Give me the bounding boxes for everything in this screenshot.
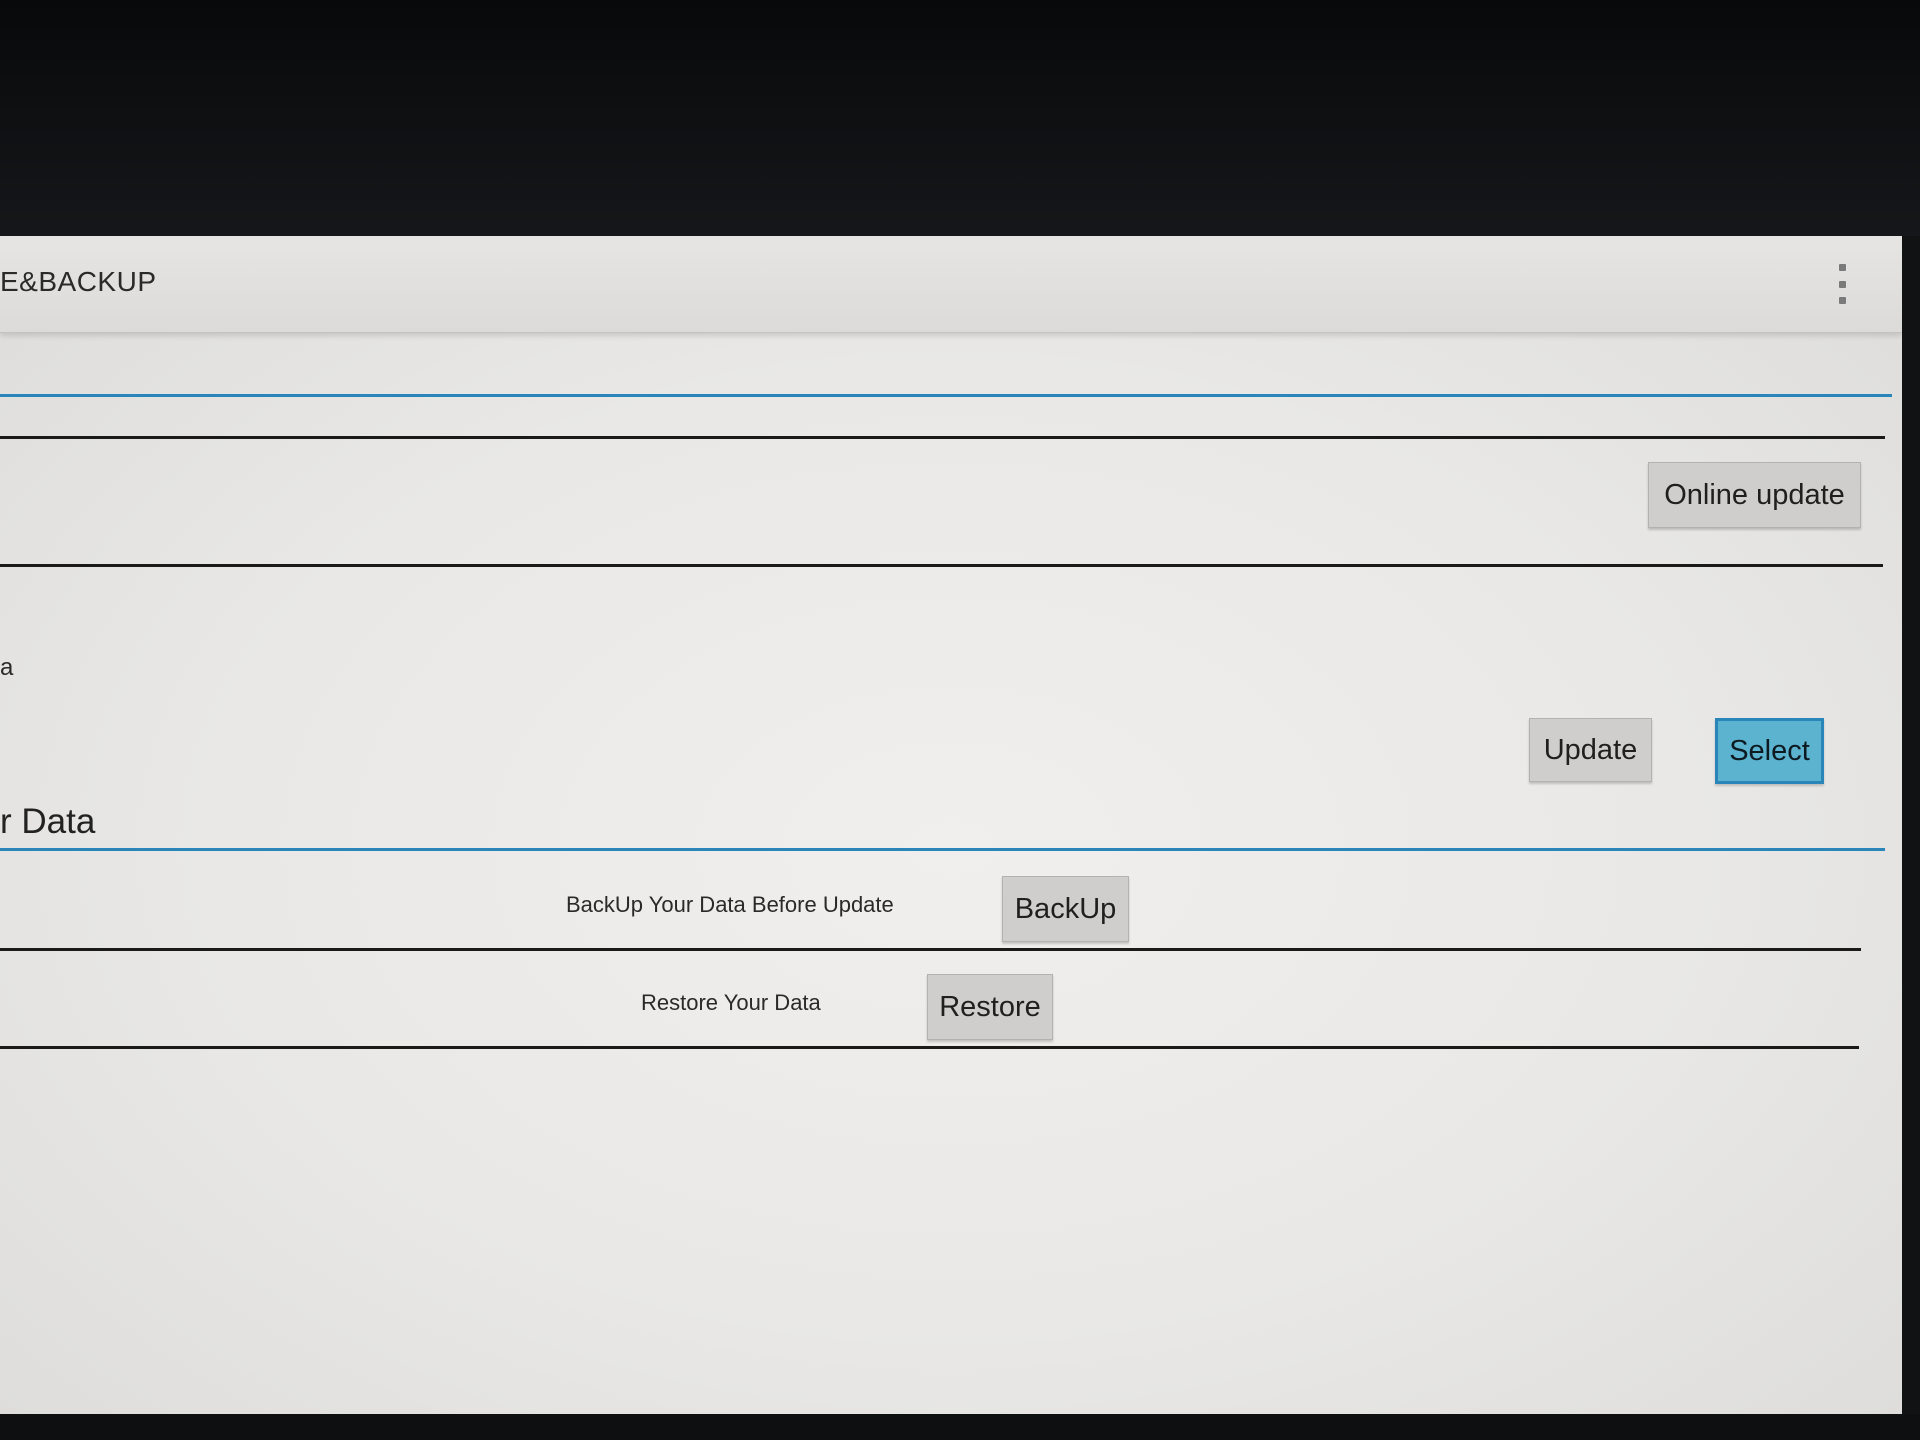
- backup-description: BackUp Your Data Before Update: [566, 892, 894, 917]
- app-title: E&BACKUP: [0, 266, 157, 297]
- dark-surround-right: [1902, 236, 1920, 1414]
- row-divider: [0, 948, 1861, 951]
- section-divider: [0, 436, 1885, 439]
- dark-surround-bottom: [0, 1414, 1920, 1440]
- select-button[interactable]: Select: [1715, 718, 1824, 784]
- section-divider: [0, 564, 1883, 567]
- restore-description: Restore Your Data: [641, 990, 821, 1015]
- row-divider: [0, 1046, 1859, 1049]
- update-button[interactable]: Update: [1529, 718, 1652, 782]
- overflow-menu-icon[interactable]: [1834, 264, 1850, 304]
- restore-button[interactable]: Restore: [927, 974, 1053, 1040]
- backup-button[interactable]: BackUp: [1002, 876, 1129, 942]
- app-bar: E&BACKUP: [0, 236, 1902, 333]
- online-update-button[interactable]: Online update: [1648, 462, 1861, 528]
- app-screen: E&BACKUP Online update a Update Select r…: [0, 236, 1902, 1414]
- dark-surround-top: [0, 0, 1920, 240]
- data-section-heading: r Data: [0, 802, 96, 841]
- data-section-divider-blue: [0, 848, 1885, 851]
- partial-row-label: a: [0, 654, 14, 681]
- section-divider-blue-top: [0, 394, 1892, 397]
